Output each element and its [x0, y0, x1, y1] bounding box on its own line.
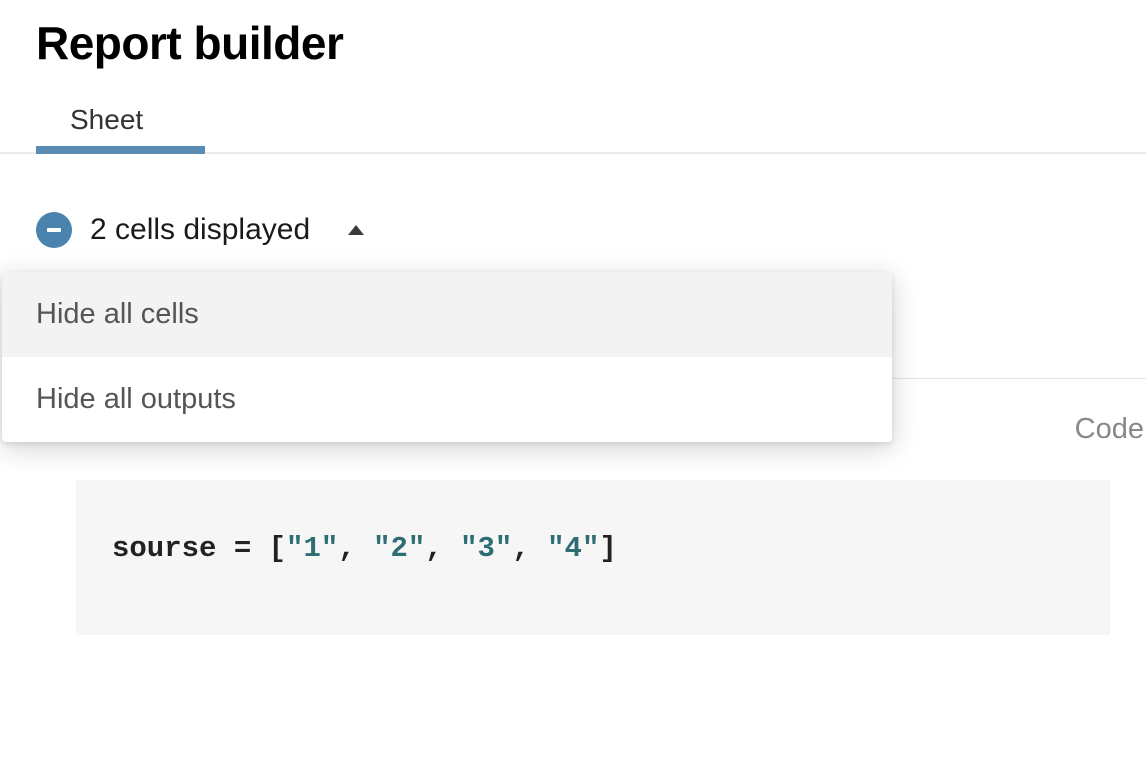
cells-header: 2 cells displayed Hide all cells Hide al…	[36, 212, 1110, 248]
dropdown-item-hide-all-outputs[interactable]: Hide all outputs	[2, 357, 892, 442]
cell-type-label: Code	[1075, 413, 1144, 446]
cells-dropdown: Hide all cells Hide all outputs	[2, 272, 892, 442]
code-block[interactable]: sourse = ["1", "2", "3", "4"]	[76, 480, 1110, 635]
cells-displayed-toggle[interactable]: 2 cells displayed	[90, 213, 310, 247]
collapse-icon[interactable]	[36, 212, 72, 248]
page-title: Report builder	[36, 16, 1110, 70]
code-line: sourse = ["1", "2", "3", "4"]	[112, 532, 1074, 565]
dropdown-item-hide-all-cells[interactable]: Hide all cells	[2, 272, 892, 357]
caret-up-icon[interactable]	[346, 223, 366, 237]
tab-sheet[interactable]: Sheet	[36, 94, 177, 152]
tabs-bar: Sheet	[0, 94, 1146, 154]
